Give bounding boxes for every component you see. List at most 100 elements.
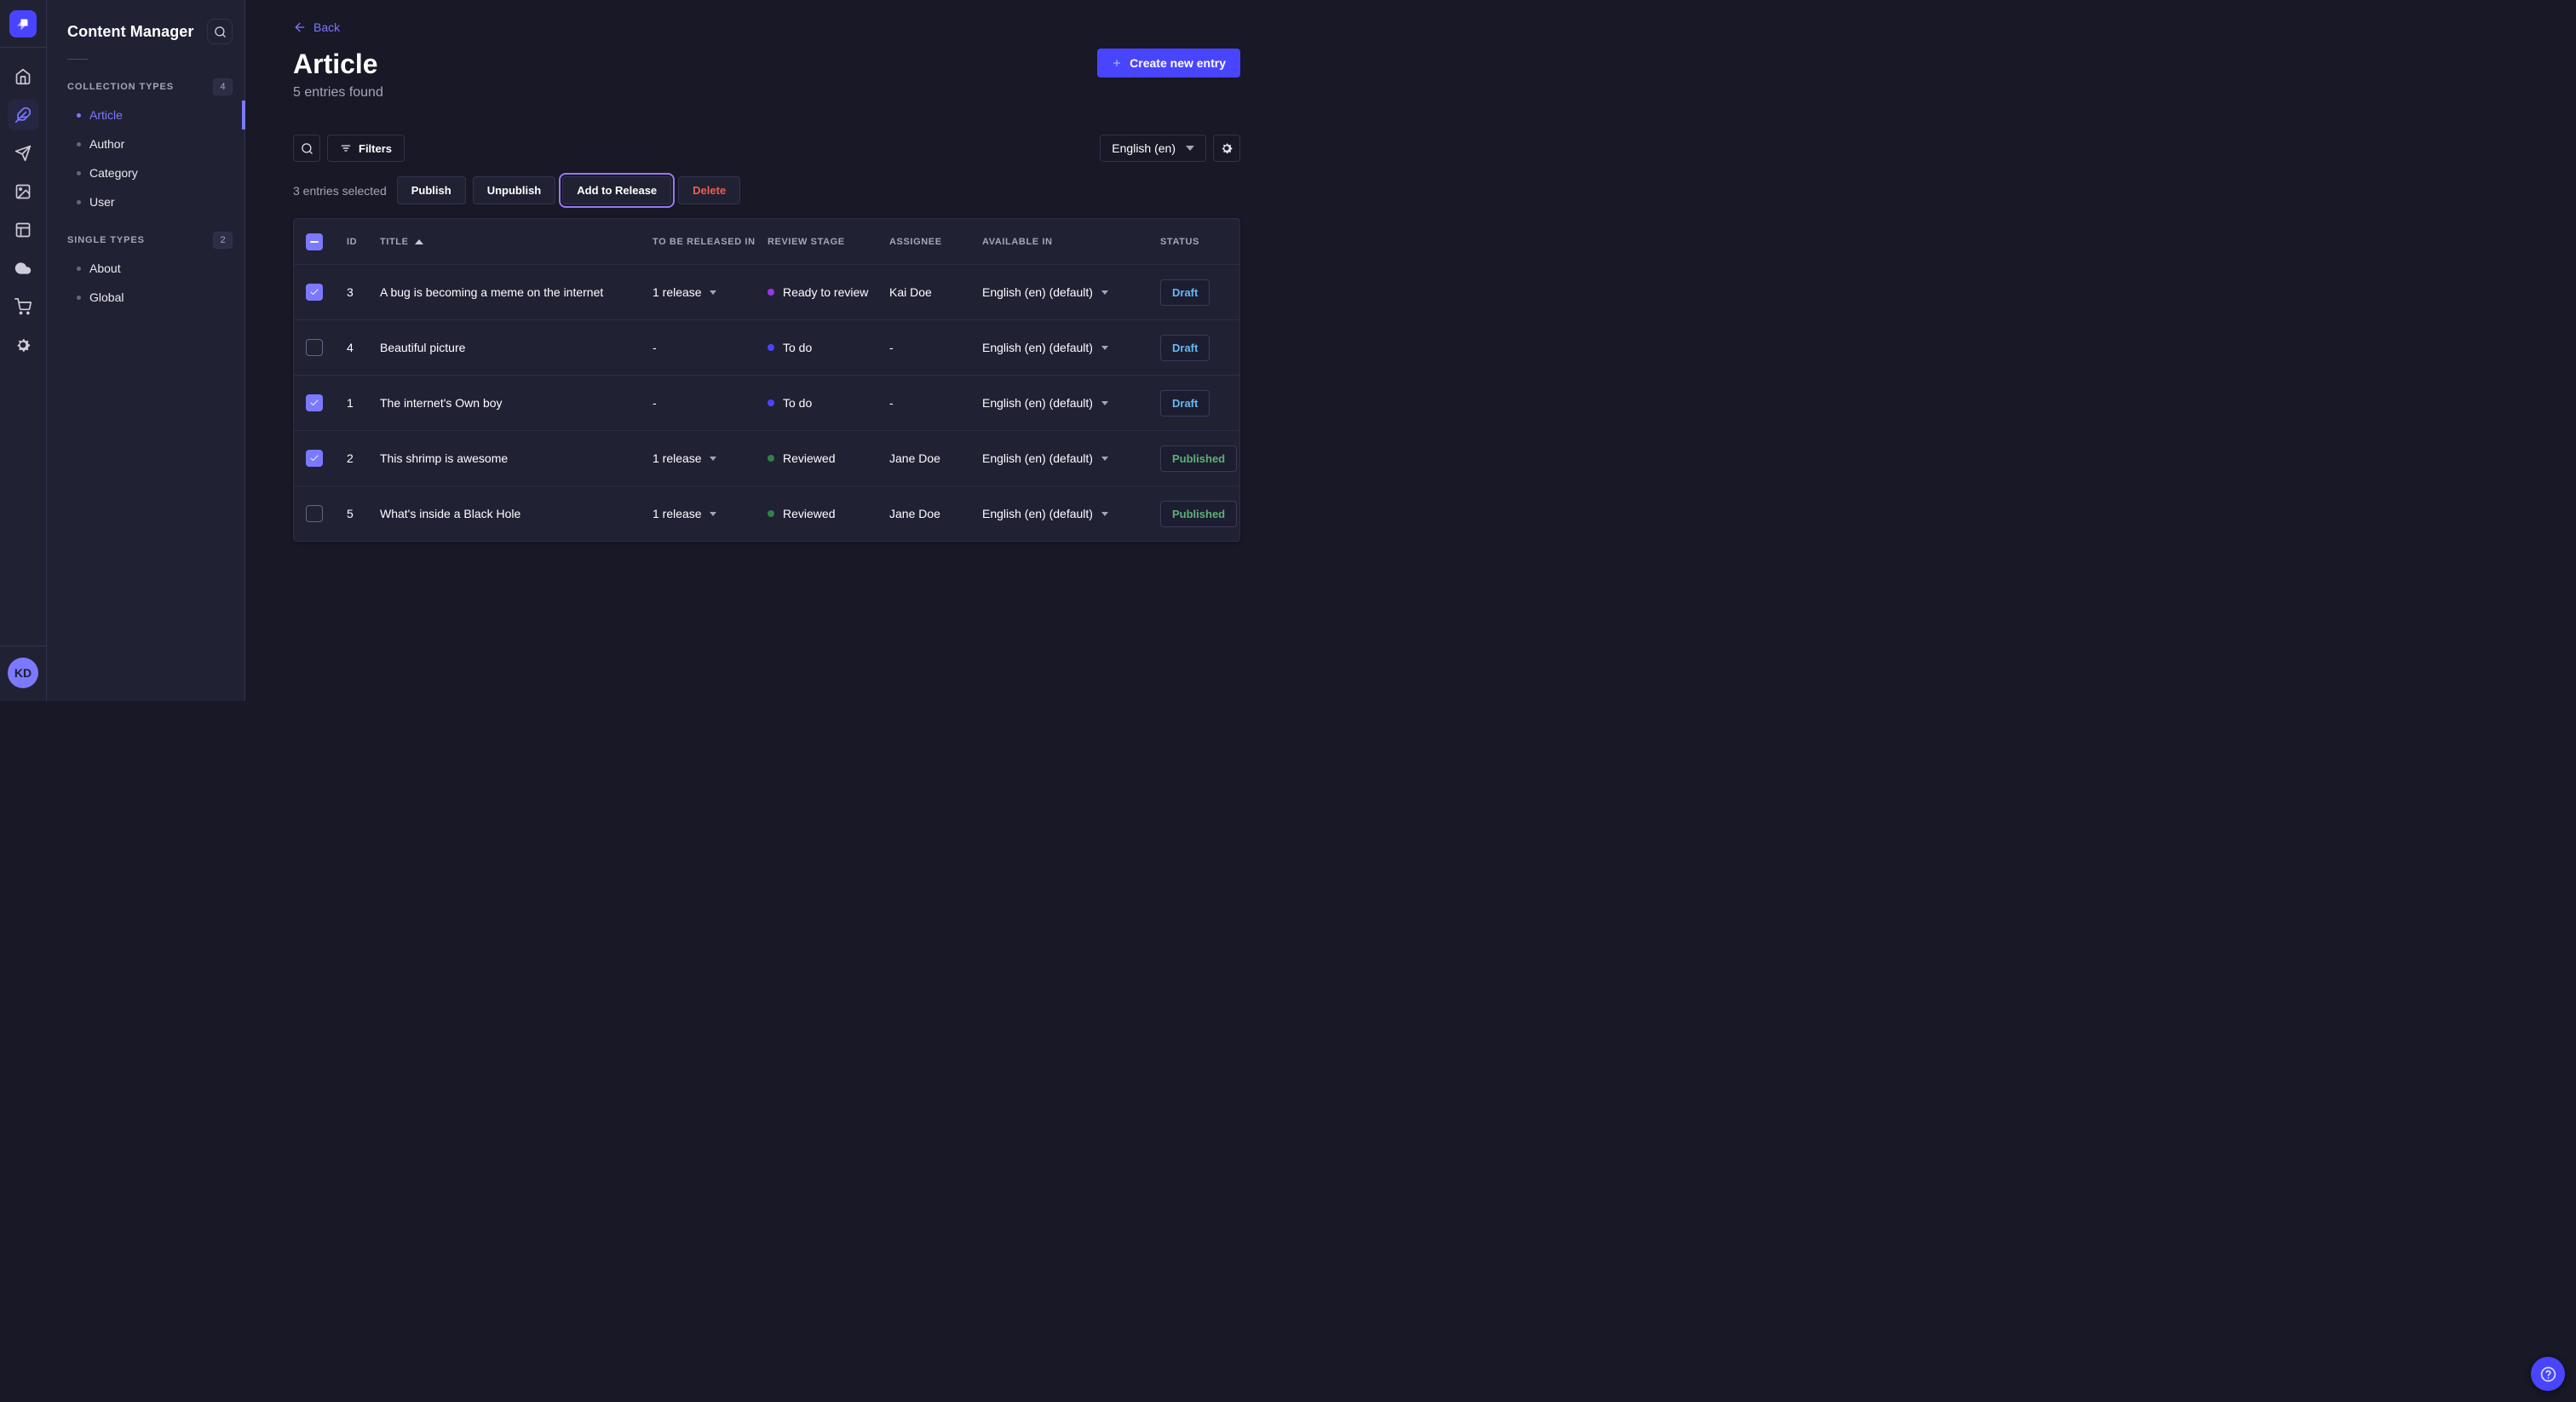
chevron-down-icon <box>1101 457 1108 461</box>
cell-assignee: Jane Doe <box>889 507 969 520</box>
sidebar-item-user[interactable]: User <box>47 187 244 216</box>
gear-icon <box>1220 141 1233 155</box>
cell-id: 1 <box>347 396 380 410</box>
content-manager-sidebar: Content Manager COLLECTION TYPES 4 Artic… <box>47 0 245 701</box>
chevron-down-icon <box>1101 346 1108 350</box>
question-mark-icon <box>2539 1365 2557 1383</box>
page-title: Article <box>293 49 378 79</box>
table-row[interactable]: 1 The internet's Own boy - To do - Engli… <box>294 375 1239 430</box>
check-icon <box>309 287 319 297</box>
bullet-icon <box>77 142 81 147</box>
cell-id: 5 <box>347 507 380 520</box>
cell-locale-dropdown[interactable]: English (en) (default) <box>969 507 1160 520</box>
sidebar-search-button[interactable] <box>207 19 233 44</box>
content-manager-icon[interactable] <box>8 100 38 130</box>
column-header-stage: REVIEW STAGE <box>761 237 889 247</box>
cell-release-dropdown[interactable]: - <box>641 341 761 354</box>
cell-release-dropdown[interactable]: 1 release <box>641 285 761 299</box>
cell-review-stage: To do <box>761 341 889 354</box>
single-types-count-badge: 2 <box>213 232 233 249</box>
cell-release-dropdown[interactable]: - <box>641 396 761 410</box>
cell-release-dropdown[interactable]: 1 release <box>641 507 761 520</box>
sidebar-item-about[interactable]: About <box>47 254 244 283</box>
single-types-label: SINGLE TYPES <box>67 235 145 245</box>
filter-icon <box>340 142 352 154</box>
cell-review-stage: Ready to review <box>761 285 889 299</box>
cell-id: 3 <box>347 285 380 299</box>
create-new-entry-button[interactable]: Create new entry <box>1097 49 1240 78</box>
cell-title: A bug is becoming a meme on the internet <box>380 285 641 299</box>
cell-locale-dropdown[interactable]: English (en) (default) <box>969 396 1160 410</box>
selection-count-text: 3 entries selected <box>293 184 387 198</box>
delete-button[interactable]: Delete <box>678 176 740 204</box>
status-badge: Published <box>1160 501 1237 527</box>
strapi-logo[interactable] <box>9 10 37 37</box>
cell-locale-dropdown[interactable]: English (en) (default) <box>969 341 1160 354</box>
sidebar-item-label: Article <box>89 108 123 122</box>
row-checkbox[interactable] <box>306 284 323 301</box>
sidebar-item-category[interactable]: Category <box>47 158 244 187</box>
cell-review-stage: Reviewed <box>761 507 889 520</box>
media-library-icon[interactable] <box>8 176 38 207</box>
row-checkbox[interactable] <box>306 505 323 522</box>
search-button[interactable] <box>293 135 320 162</box>
select-all-checkbox[interactable] <box>306 233 323 250</box>
column-header-assignee: ASSIGNEE <box>889 237 969 247</box>
user-avatar[interactable]: KD <box>8 658 38 688</box>
content-type-builder-icon[interactable] <box>8 215 38 245</box>
table-row[interactable]: 4 Beautiful picture - To do - English (e… <box>294 319 1239 375</box>
sort-ascending-icon <box>415 239 423 244</box>
releases-icon[interactable] <box>8 138 38 169</box>
sidebar-item-article[interactable]: Article <box>47 101 244 129</box>
table-row[interactable]: 5 What's inside a Black Hole 1 release R… <box>294 486 1239 541</box>
main-content: Back Article Create new entry 5 entries … <box>245 0 1288 701</box>
column-header-available: AVAILABLE IN <box>969 237 1160 247</box>
arrow-left-icon <box>293 20 307 34</box>
entries-table: ID TITLE TO BE RELEASED IN REVIEW STAGE … <box>293 218 1240 542</box>
locale-select[interactable]: English (en) <box>1100 135 1206 162</box>
cell-locale-dropdown[interactable]: English (en) (default) <box>969 285 1160 299</box>
cell-review-stage: Reviewed <box>761 451 889 465</box>
chevron-down-icon <box>1186 146 1194 151</box>
bullet-icon <box>77 200 81 204</box>
row-checkbox[interactable] <box>306 394 323 411</box>
check-icon <box>309 453 319 463</box>
cell-review-stage: To do <box>761 396 889 410</box>
help-button[interactable] <box>2531 1357 2565 1391</box>
sidebar-title: Content Manager <box>67 23 194 41</box>
cell-title: Beautiful picture <box>380 341 641 354</box>
table-row[interactable]: 3 A bug is becoming a meme on the intern… <box>294 264 1239 319</box>
publish-button[interactable]: Publish <box>397 176 466 204</box>
main-navigation: KD <box>0 0 47 701</box>
cell-assignee: Jane Doe <box>889 451 969 465</box>
home-icon[interactable] <box>8 61 38 92</box>
cell-release-dropdown[interactable]: 1 release <box>641 451 761 465</box>
cell-locale-dropdown[interactable]: English (en) (default) <box>969 451 1160 465</box>
entries-count-text: 5 entries found <box>293 85 1240 101</box>
view-settings-button[interactable] <box>1213 135 1240 162</box>
stage-dot-icon <box>768 455 774 462</box>
sidebar-item-global[interactable]: Global <box>47 283 244 312</box>
settings-gear-icon[interactable] <box>8 330 38 360</box>
row-checkbox[interactable] <box>306 339 323 356</box>
stage-dot-icon <box>768 510 774 517</box>
cell-title: This shrimp is awesome <box>380 451 641 465</box>
status-badge: Draft <box>1160 279 1210 306</box>
stage-dot-icon <box>768 344 774 351</box>
cloud-deploy-icon[interactable] <box>8 253 38 284</box>
plus-icon <box>1112 58 1122 68</box>
back-link[interactable]: Back <box>293 20 340 34</box>
cell-title: What's inside a Black Hole <box>380 507 641 520</box>
cell-assignee: - <box>889 341 969 354</box>
filters-button[interactable]: Filters <box>327 135 405 162</box>
marketplace-cart-icon[interactable] <box>8 291 38 322</box>
unpublish-button[interactable]: Unpublish <box>473 176 556 204</box>
bullet-icon <box>77 296 81 300</box>
add-to-release-button[interactable]: Add to Release <box>562 176 671 204</box>
row-checkbox[interactable] <box>306 450 323 467</box>
sidebar-item-author[interactable]: Author <box>47 129 244 158</box>
sidebar-item-label: Global <box>89 290 124 304</box>
table-row[interactable]: 2 This shrimp is awesome 1 release Revie… <box>294 430 1239 486</box>
table-header-row: ID TITLE TO BE RELEASED IN REVIEW STAGE … <box>294 219 1239 264</box>
column-header-title[interactable]: TITLE <box>380 237 641 247</box>
